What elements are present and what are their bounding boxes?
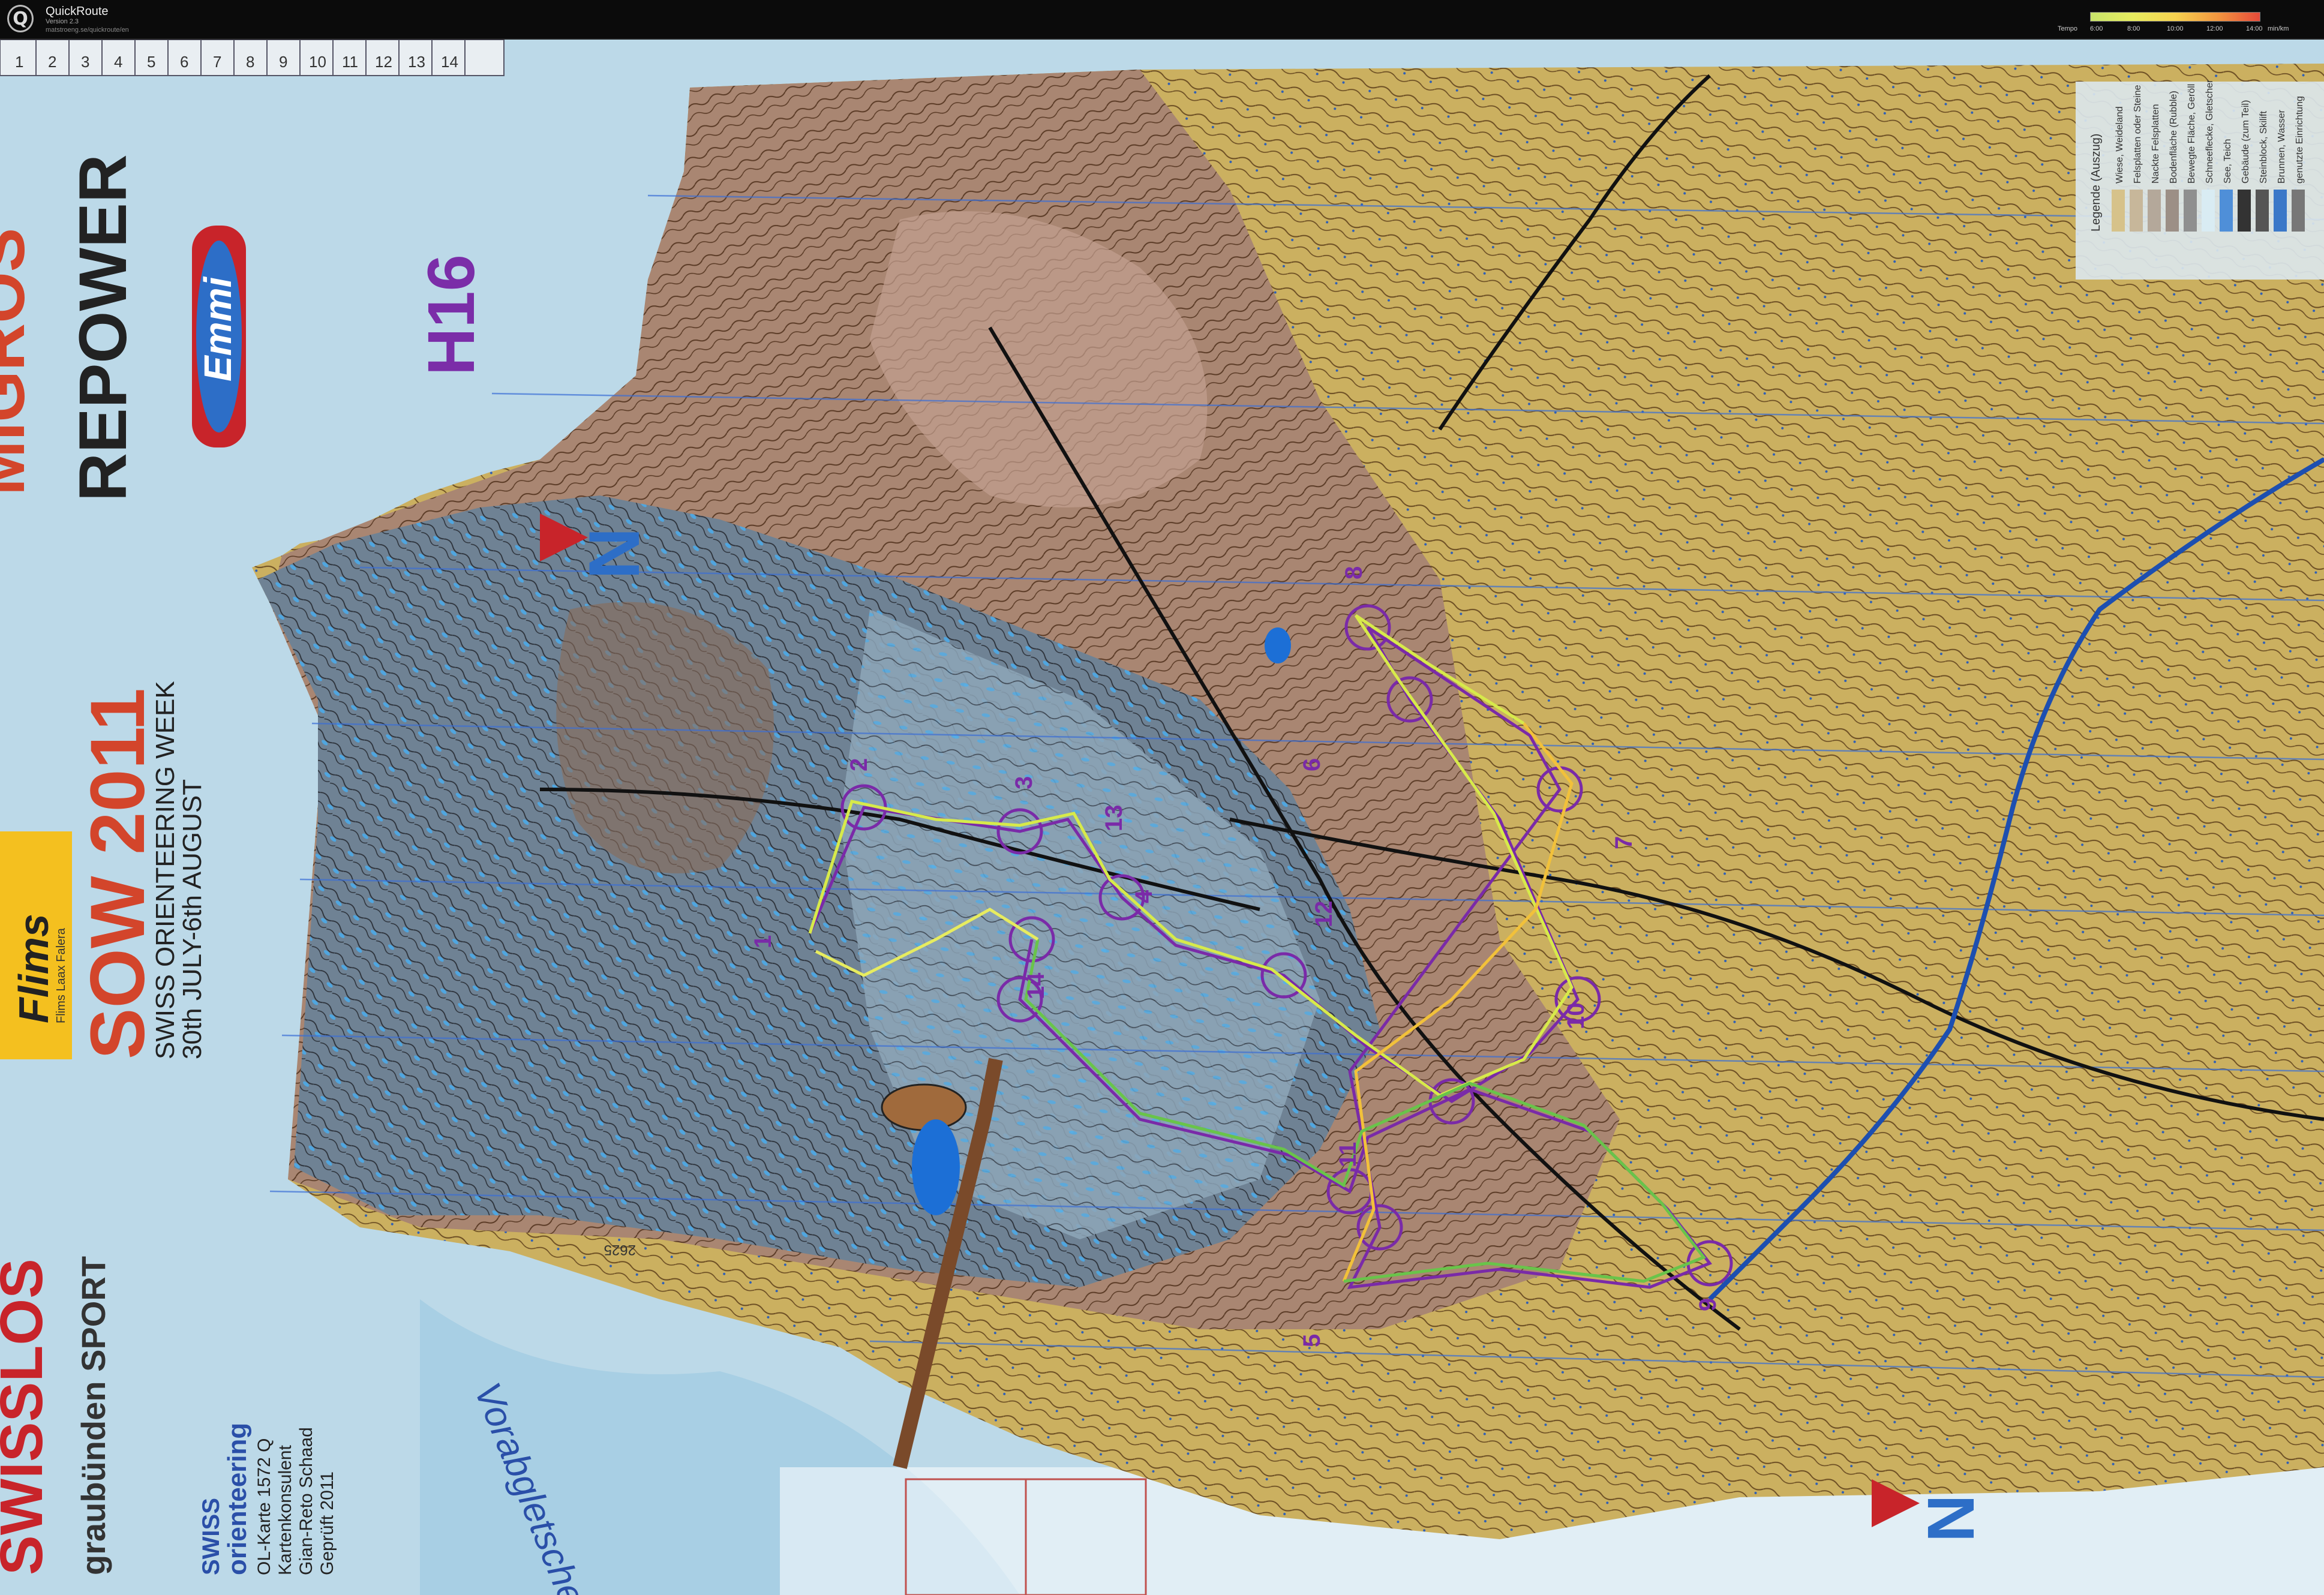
map-info-line: Geprüft 2011 xyxy=(317,1471,337,1575)
svg-text:Nackte Felsplatten: Nackte Felsplatten xyxy=(2151,104,2161,184)
control-number: 3 xyxy=(1011,776,1037,789)
svg-text:9: 9 xyxy=(279,53,287,71)
svg-text:5: 5 xyxy=(147,53,155,71)
control-number: 8 xyxy=(1341,566,1367,579)
speed-legend-tick: 12:00 xyxy=(2206,25,2223,32)
svg-text:Wiese, Weideland: Wiese, Weideland xyxy=(2115,106,2125,184)
control-number: 12 xyxy=(1311,901,1337,928)
svg-text:12: 12 xyxy=(375,53,392,71)
flims-tagline: Flims Laax Falera xyxy=(55,927,68,1023)
lake xyxy=(912,1119,960,1215)
svg-text:4: 4 xyxy=(114,53,122,71)
orienteering-map[interactable]: 1 2 3 4 5 6 7 8 9 10 11 12 13 14 1 2 3 4… xyxy=(0,40,2324,1595)
svg-text:7: 7 xyxy=(213,53,221,71)
svg-text:6: 6 xyxy=(180,53,188,71)
map-info-line: OL-Karte 1572 Q xyxy=(254,1438,274,1575)
speed-legend-tick: 8:00 xyxy=(2127,25,2140,32)
svg-text:13: 13 xyxy=(408,53,425,71)
speed-legend-title: Tempo xyxy=(2058,25,2078,32)
event-dates: 30th JULY-6th AUGUST xyxy=(178,779,207,1059)
svg-text:Bodenfläche (Rubble): Bodenfläche (Rubble) xyxy=(2169,91,2179,184)
svg-text:See, Teich: See, Teich xyxy=(2223,139,2233,184)
svg-text:Felsplatten oder Steine: Felsplatten oder Steine xyxy=(2133,85,2143,184)
control-number: 7 xyxy=(1611,836,1637,849)
speed-legend-tick: 10:00 xyxy=(2167,25,2184,32)
control-number: 10 xyxy=(1563,1003,1589,1030)
control-number: 11 xyxy=(1335,1142,1361,1167)
app-version: Version 2.3 xyxy=(46,18,79,25)
legend-box-swatches xyxy=(2112,190,2305,232)
app-url[interactable]: matstroeng.se/quickroute/en xyxy=(46,26,129,34)
sponsor-repower: REPOWER xyxy=(65,154,140,501)
control-number: 1 xyxy=(750,935,776,948)
class-label: H16 xyxy=(415,254,488,376)
svg-text:Bewegte Fläche, Geröll: Bewegte Fläche, Geröll xyxy=(2187,84,2197,184)
svg-text:Brunnen, Wasser: Brunnen, Wasser xyxy=(2277,109,2287,184)
svg-text:Schneeflecke, Gletscher: Schneeflecke, Gletscher xyxy=(2205,79,2215,184)
map-grid-header: 1 2 3 4 5 6 7 8 9 10 11 12 13 14 xyxy=(0,40,505,76)
sponsor-emmi-logo: Emmi xyxy=(192,226,246,447)
svg-text:Gebäude (zum Teil): Gebäude (zum Teil) xyxy=(2241,100,2251,184)
svg-text:3: 3 xyxy=(81,53,89,71)
app-title: QuickRoute xyxy=(46,5,109,18)
speed-legend: Tempo 6:00 8:00 10:00 12:00 14:00 min/km xyxy=(2055,8,2289,35)
event-subtitle: SWISS ORIENTEERING WEEK xyxy=(151,681,180,1059)
north-marker: N xyxy=(1914,1495,1988,1542)
emmi-wordmark: Emmi xyxy=(196,277,239,382)
legend-box-title: Legende (Auszug) xyxy=(2089,134,2103,232)
building xyxy=(881,1083,967,1131)
svg-text:genutzte Einrichtung: genutzte Einrichtung xyxy=(2295,96,2305,184)
svg-text:14: 14 xyxy=(441,53,458,71)
svg-text:10: 10 xyxy=(309,53,326,71)
speed-legend-color-bar xyxy=(2090,12,2260,22)
control-number: 6 xyxy=(1299,758,1325,771)
quickroute-logo-icon: Q xyxy=(7,5,34,32)
control-number: 13 xyxy=(1101,805,1127,832)
control-number: 2 xyxy=(846,758,872,771)
speed-legend-tick: 14:00 xyxy=(2246,25,2263,32)
map-info-line: Kartenkonsulent xyxy=(275,1445,295,1575)
control-number: 4 xyxy=(1131,890,1157,903)
sponsor-graubunden: graubünden SPORT xyxy=(74,1256,112,1575)
north-marker: N xyxy=(574,527,654,579)
control-number: 5 xyxy=(1299,1334,1325,1347)
control-number: 14 xyxy=(1023,972,1049,999)
event-title: SOW 2011 xyxy=(75,688,161,1059)
svg-text:11: 11 xyxy=(342,53,358,71)
federation-line-1: SWISS xyxy=(198,1498,224,1575)
sponsor-flims-logo: Flims Flims Laax Falera xyxy=(0,831,72,1059)
svg-text:2: 2 xyxy=(48,53,56,71)
svg-text:8: 8 xyxy=(246,53,254,71)
spot-height: 2625 xyxy=(604,1242,636,1258)
sponsor-swisslos: SWISSLOS xyxy=(0,1258,55,1575)
map-legend-box: Legende (Auszug) Wiese, Weideland Felspl… xyxy=(2076,79,2324,280)
control-number: 9 xyxy=(1695,1298,1721,1311)
svg-text:1: 1 xyxy=(15,53,23,71)
map-info-line: Gian-Reto Schaad xyxy=(296,1427,316,1575)
federation-line-2: orienteering xyxy=(223,1423,252,1575)
map-viewport[interactable]: 1 2 3 4 5 6 7 8 9 10 11 12 13 14 1 2 3 4… xyxy=(0,40,2324,1595)
sponsor-migros: MIGROS xyxy=(0,228,38,495)
pond xyxy=(1265,627,1291,663)
svg-text:Steinblock, Skilift: Steinblock, Skilift xyxy=(2259,111,2269,184)
flims-wordmark: Flims xyxy=(10,914,57,1023)
app-title-bar: Q QuickRoute Version 2.3 matstroeng.se/q… xyxy=(0,0,2324,40)
speed-legend-tick: 6:00 xyxy=(2090,25,2103,32)
speed-legend-unit: min/km xyxy=(2268,25,2289,32)
